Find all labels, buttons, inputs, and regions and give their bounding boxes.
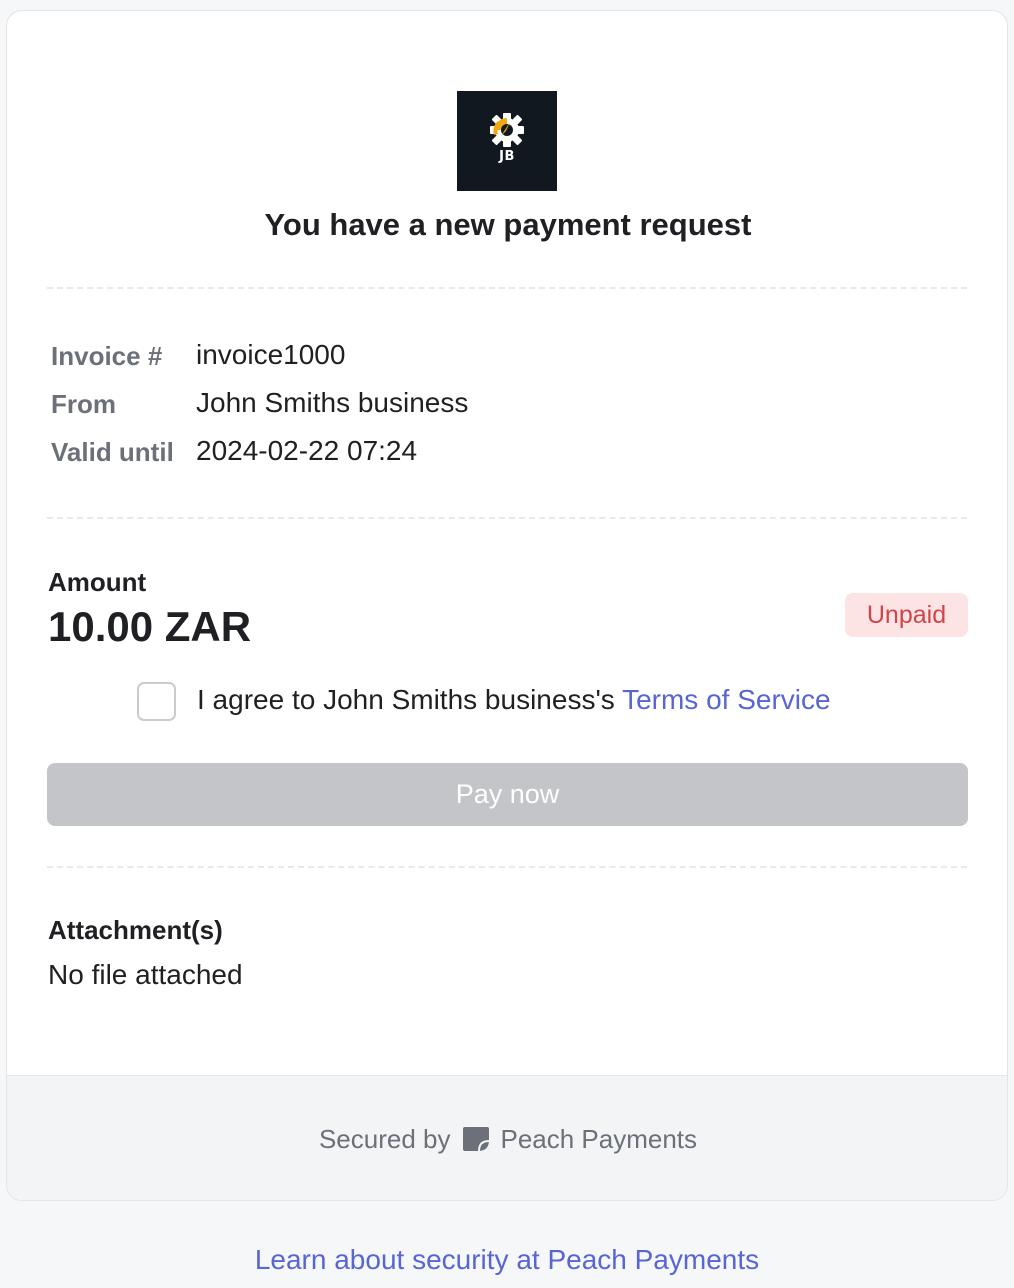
logo-initials: JB (499, 149, 515, 164)
brand-name: Peach Payments (500, 1124, 698, 1154)
invoice-value: invoice1000 (196, 339, 346, 370)
divider (47, 517, 967, 519)
secured-by-text: Secured by (318, 1124, 451, 1154)
valid-until-label: Valid until (51, 437, 174, 467)
learn-security-link[interactable]: Learn about security at Peach Payments (0, 1244, 1014, 1276)
payment-request-card: JB You have a new payment request Invoic… (6, 10, 1008, 1201)
divider (47, 866, 967, 868)
peach-payments-logo-icon (462, 1126, 490, 1159)
amount-label: Amount (48, 567, 147, 597)
pay-now-button[interactable]: Pay now (47, 763, 968, 826)
status-badge: Unpaid (845, 593, 968, 637)
secured-footer: Secured by Peach Payments (7, 1075, 1007, 1200)
divider (47, 287, 967, 289)
merchant-logo: JB (457, 91, 557, 191)
terms-of-service-link[interactable]: Terms of Service (622, 684, 831, 715)
terms-checkbox[interactable] (137, 682, 176, 721)
attachments-label: Attachment(s) (48, 915, 223, 945)
terms-agreement: I agree to John Smiths business's Terms … (197, 684, 831, 716)
page-title: You have a new payment request (264, 207, 752, 242)
secured-by: Secured by Peach Payments (7, 1124, 1007, 1159)
attachments-value: No file attached (48, 959, 243, 990)
terms-agreement-text: I agree to John Smiths business's (197, 684, 623, 715)
from-value: John Smiths business (196, 387, 469, 418)
valid-until-value: 2024-02-22 07:24 (196, 435, 418, 466)
amount-value: 10.00 ZAR (48, 603, 252, 650)
gear-icon (490, 113, 524, 147)
invoice-label: Invoice # (51, 341, 163, 371)
from-label: From (51, 389, 116, 419)
